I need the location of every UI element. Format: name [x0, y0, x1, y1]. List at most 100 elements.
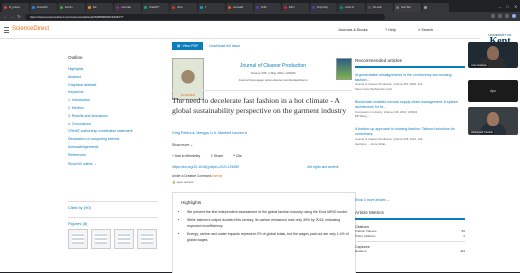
help-link[interactable]: ? Help — [385, 28, 396, 32]
share-button[interactable]: ⇪ Share — [210, 154, 223, 158]
extension-icon[interactable] — [498, 14, 502, 18]
outline-item[interactable]: 1. Introduction — [68, 97, 158, 105]
get-rights-link[interactable]: Get rights and content — [307, 165, 338, 169]
tab-label: Refer — [260, 6, 267, 9]
forward-icon[interactable]: → — [10, 14, 14, 19]
download-issue-link[interactable]: Download full issue — [209, 44, 240, 48]
browser-tab[interactable]: ChatGPT — [142, 3, 169, 12]
recommended-title[interactable]: Argumentative misalignments in the contr… — [355, 73, 465, 82]
journal-homepage[interactable]: Journal homepage: www.elsevier.com/locat… — [218, 78, 328, 82]
outline-item[interactable]: Declaration of competing interest — [68, 136, 158, 144]
tab-favicon-icon — [144, 6, 147, 9]
add-to-mendeley-button[interactable]: + Add to Mendeley — [172, 154, 200, 158]
figure-thumbnails — [68, 229, 158, 249]
outline-heading: Outline — [68, 55, 83, 60]
tab-favicon-icon — [32, 6, 35, 9]
outline-item[interactable]: Acknowledgements — [68, 144, 158, 152]
outline-item[interactable]: 2. Method — [68, 105, 158, 113]
figure-thumbnail[interactable] — [114, 229, 134, 249]
outline-item[interactable]: Abstract — [68, 74, 158, 82]
tab-favicon-icon — [200, 6, 203, 9]
metric-row: Readers 444 — [355, 249, 465, 253]
outline-item[interactable]: CRediT authorship contribution statement — [68, 128, 158, 136]
view-pdf-button[interactable]: ▤ View PDF — [172, 42, 204, 50]
search-link[interactable]: ⌕ Search — [418, 28, 433, 32]
browser-tab[interactable]: New Tab — [394, 3, 421, 12]
outline-item[interactable]: 4. Conclusions — [68, 121, 158, 129]
show-more-link[interactable]: Show more ⌄ — [172, 143, 193, 147]
browser-tab[interactable]: Sentim — [58, 3, 85, 12]
recommended-article: A bottom-up approach to slowing fashion:… — [355, 127, 465, 145]
article-action-bar: ▤ View PDF Download full issue — [172, 41, 282, 51]
browser-tab[interactable]: renewabl — [226, 3, 253, 12]
reload-icon[interactable]: ↻ — [17, 14, 21, 19]
cite-button[interactable]: ❝ Cite — [233, 154, 242, 158]
tab-favicon-icon — [116, 6, 119, 9]
show-full-outline-link[interactable]: Show full outline ⌄ — [68, 162, 158, 166]
outline-item[interactable]: Keywords — [68, 89, 158, 97]
browser-tab[interactable]: inbox — [170, 3, 197, 12]
chevron-down-icon: ⌄ — [190, 143, 193, 147]
cited-by-heading[interactable]: Cited by (90) — [68, 205, 158, 210]
extension-icon[interactable] — [505, 14, 509, 18]
browser-tab[interactable]: Bat: — [86, 3, 113, 12]
metrics-heading: Article Metrics — [355, 210, 465, 220]
back-icon[interactable]: ← — [3, 14, 7, 19]
tab-label: IR_presen — [8, 6, 21, 9]
outline-item[interactable]: 3. Results and discussion — [68, 113, 158, 121]
minimize-icon[interactable]: – — [499, 4, 501, 9]
browser-tab[interactable]: works fo — [338, 3, 365, 12]
browser-tab[interactable]: more tab — [114, 3, 141, 12]
highlights-heading: Highlights — [181, 200, 202, 205]
tab-favicon-icon — [396, 6, 399, 9]
url-input[interactable]: https://www.sciencedirect.com/science/ar… — [25, 13, 385, 20]
license-link[interactable]: license — [212, 174, 222, 178]
recommended-title[interactable]: A bottom-up approach to slowing fashion:… — [355, 127, 465, 136]
browser-tab[interactable]: T — [198, 3, 225, 12]
tab-label: renewabl — [232, 6, 244, 9]
browser-tab[interactable]: Bahn — [282, 3, 309, 12]
journal-name[interactable]: Journal of Cleaner Production — [218, 63, 328, 69]
browser-tab[interactable]: RenewPo — [30, 3, 57, 12]
doi-link[interactable]: https://doi.org/10.1016/j.jclepro.2021.1… — [172, 165, 239, 169]
highlight-item: While fashion's output doubled this cent… — [187, 218, 355, 230]
tab-favicon-icon — [312, 6, 315, 9]
webcam-tile[interactable]: Abdulqadir Kanbeh — [468, 107, 518, 135]
journal-cover-image[interactable] — [336, 58, 352, 80]
figure-thumbnail[interactable] — [137, 229, 157, 249]
profile-icon[interactable] — [512, 14, 516, 18]
show-more-articles-link[interactable]: Show 3 more articles ⌄ — [355, 198, 389, 202]
recommended-title[interactable]: Blockchain-enabled circular supply chain… — [355, 100, 465, 109]
journal-volume[interactable]: Volume 295, 1 May 2021, 126390 — [218, 71, 328, 75]
browser-tab[interactable]: Sci-Hub — [366, 3, 393, 12]
outline-item[interactable]: Highlights — [68, 66, 158, 74]
figure-thumbnail[interactable] — [91, 229, 111, 249]
article-tools: + Add to Mendeley ⇪ Share ❝ Cite — [172, 154, 242, 158]
tab-favicon-icon — [424, 6, 427, 9]
browser-tab[interactable]: Recycling — [310, 3, 337, 12]
recommended-heading: Recommended articles — [355, 58, 465, 68]
cited-by-section[interactable]: Cited by (90) — [68, 201, 158, 210]
menu-icon[interactable] — [4, 27, 9, 33]
outline-item[interactable]: Graphical abstract — [68, 82, 158, 90]
webcam-tile[interactable]: Ayo — [468, 80, 518, 102]
maximize-icon[interactable]: □ — [506, 4, 508, 9]
browser-tab[interactable]: Refer — [254, 3, 281, 12]
sciencedirect-logo[interactable]: ScienceDirect — [12, 26, 49, 32]
tab-favicon-icon — [228, 6, 231, 9]
browser-tab[interactable] — [422, 3, 449, 12]
figures-heading[interactable]: Figures (8) — [68, 221, 158, 226]
recommended-article: Argumentative misalignments in the contr… — [355, 73, 465, 91]
tab-favicon-icon — [284, 6, 287, 9]
figures-section: Figures (8) — [68, 217, 158, 249]
outline-item[interactable]: References — [68, 152, 158, 160]
journals-books-link[interactable]: Journals & Books — [338, 28, 368, 32]
webcam-tile[interactable]: Juan Esteban — [468, 42, 518, 68]
tab-favicon-icon — [4, 6, 7, 9]
author-list[interactable]: Greg Peters a, Mengyu Li b, Manfred Lenz… — [172, 131, 247, 135]
extension-icon[interactable] — [491, 14, 495, 18]
figure-thumbnail[interactable] — [68, 229, 88, 249]
browser-tab[interactable]: IR_presen — [2, 3, 29, 12]
tab-label: T — [204, 6, 207, 9]
close-icon[interactable]: ✕ — [514, 4, 517, 9]
